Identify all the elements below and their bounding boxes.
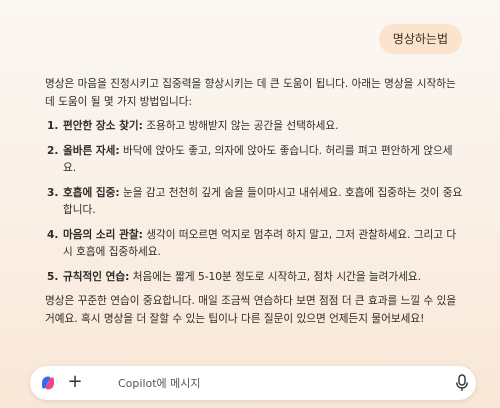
step-title: 올바른 자세: bbox=[63, 144, 120, 157]
user-message-bubble: 명상하는법 bbox=[378, 24, 462, 54]
step-text: 바닥에 앉아도 좋고, 의자에 앉아도 좋습니다. 허리를 펴고 편안하게 앉으… bbox=[63, 144, 453, 175]
step-text: 처음에는 짧게 5-10분 정도로 시작하고, 점차 시간을 늘려가세요. bbox=[129, 270, 422, 283]
step-number: 5. bbox=[47, 270, 59, 283]
plus-icon[interactable]: + bbox=[64, 371, 86, 393]
microphone-icon[interactable] bbox=[455, 374, 469, 392]
step-title: 호흡에 집중: bbox=[63, 186, 120, 199]
list-item: 3. 호흡에 집중: 눈을 감고 천천히 깊게 숨을 들이마시고 내쉬세요. 호흡… bbox=[45, 185, 465, 220]
response-intro: 명상은 마음을 진정시키고 집중력을 향상시키는 데 큰 도움이 됩니다. 아래… bbox=[45, 78, 456, 108]
step-title: 마음의 소리 관찰: bbox=[63, 228, 143, 241]
step-number: 3. bbox=[47, 186, 59, 199]
step-title: 규칙적인 연습: bbox=[63, 270, 130, 283]
step-text: 조용하고 방해받지 않는 공간을 선택하세요. bbox=[142, 120, 339, 132]
copilot-logo-icon[interactable] bbox=[39, 374, 57, 392]
response-outro: 명상은 꾸준한 연습이 중요합니다. 매일 조금씩 연습하다 보면 점점 더 큰… bbox=[45, 295, 457, 325]
message-input[interactable] bbox=[116, 369, 476, 397]
assistant-response: 명상은 마음을 진정시키고 집중력을 향상시키는 데 큰 도움이 됩니다. 아래… bbox=[45, 76, 465, 328]
message-composer: + bbox=[30, 366, 476, 400]
list-item: 5. 규칙적인 연습: 처음에는 짧게 5-10분 정도로 시작하고, 점차 시간… bbox=[45, 269, 465, 287]
step-number: 2. bbox=[47, 144, 59, 157]
step-number: 4. bbox=[47, 228, 59, 241]
step-text: 눈을 감고 천천히 깊게 숨을 들이마시고 내쉬세요. 호흡에 집중하는 것이 … bbox=[63, 186, 463, 217]
steps-list: 1. 편안한 장소 찾기: 조용하고 방해받지 않는 공간을 선택하세요. 2. 올… bbox=[45, 118, 465, 286]
step-number: 1. bbox=[47, 120, 59, 132]
list-item: 1. 편안한 장소 찾기: 조용하고 방해받지 않는 공간을 선택하세요. bbox=[45, 118, 465, 136]
list-item: 2. 올바른 자세: 바닥에 앉아도 좋고, 의자에 앉아도 좋습니다. 허리를 … bbox=[45, 143, 465, 178]
step-title: 편안한 장소 찾기: bbox=[63, 120, 143, 132]
list-item: 4. 마음의 소리 관찰: 생각이 떠오르면 억지로 멈추려 하지 말고, 그저 … bbox=[45, 227, 465, 262]
